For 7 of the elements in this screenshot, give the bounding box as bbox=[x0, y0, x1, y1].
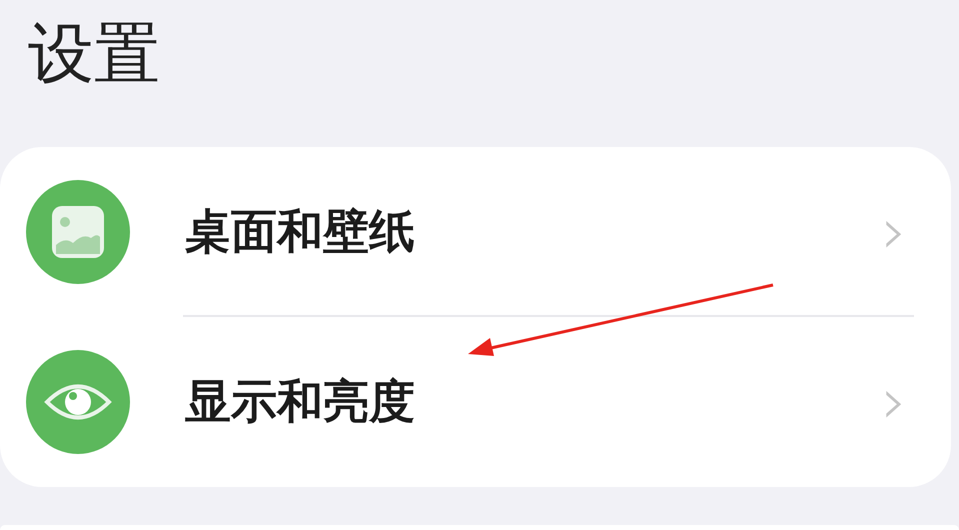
eye-icon bbox=[25, 349, 131, 455]
setting-label[interactable]: 显示和亮度 bbox=[185, 374, 882, 430]
chevron-icon: › bbox=[881, 200, 907, 264]
page-title: 设置 bbox=[27, 14, 161, 94]
chevron-icon: › bbox=[881, 370, 907, 434]
image-icon bbox=[25, 179, 131, 285]
setting-label[interactable]: 桌面和壁纸 bbox=[185, 204, 882, 260]
